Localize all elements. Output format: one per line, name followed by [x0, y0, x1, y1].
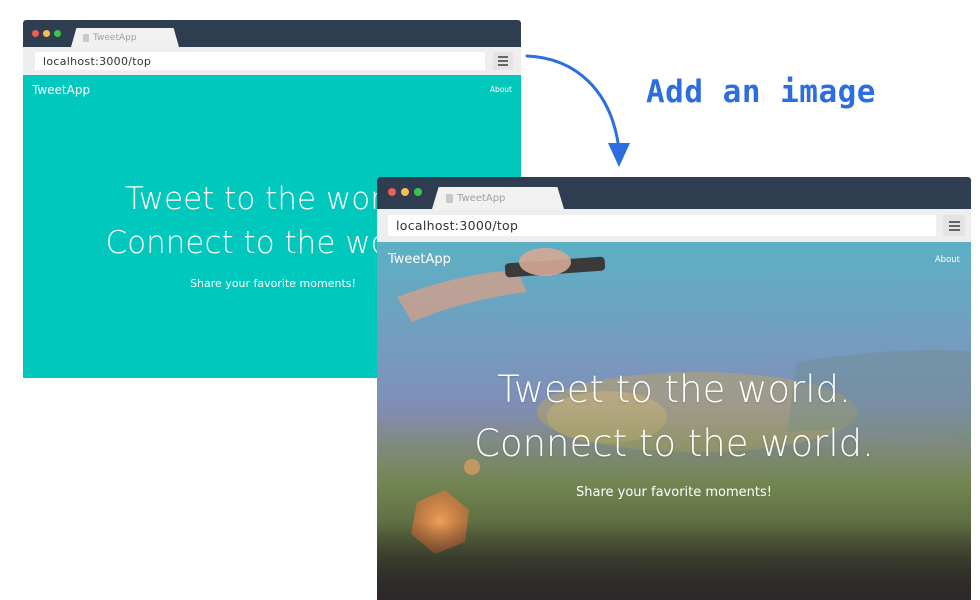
file-icon — [446, 193, 453, 203]
browser-tab[interactable]: TweetApp — [432, 187, 564, 209]
hero-heading: Tweet to the world. Connect to the world… — [377, 363, 971, 471]
close-window-dot[interactable] — [388, 188, 396, 196]
hero-subtitle: Share your favorite moments! — [576, 485, 772, 500]
url-field[interactable]: localhost:3000/top — [388, 215, 936, 236]
minimize-window-dot[interactable] — [401, 188, 409, 196]
browser-window-after: TweetApp localhost:3000/top TweetApp Abo… — [377, 177, 971, 600]
hero-line-2: Connect to the world. — [474, 422, 874, 465]
browser-titlebar: TweetApp — [377, 177, 971, 209]
nav-logo[interactable]: TweetApp — [388, 252, 451, 267]
hamburger-menu-icon[interactable] — [943, 215, 965, 236]
hero-line-1: Tweet to the world. — [497, 368, 851, 411]
nav-about-link[interactable]: About — [935, 255, 960, 265]
tab-title: TweetApp — [457, 192, 506, 204]
comparison-stage: TweetApp localhost:3000/top TweetApp Abo… — [0, 0, 980, 600]
address-bar: localhost:3000/top — [377, 209, 971, 242]
page-viewport: TweetApp About Tweet to the world. Conne… — [377, 242, 971, 600]
maximize-window-dot[interactable] — [414, 188, 422, 196]
